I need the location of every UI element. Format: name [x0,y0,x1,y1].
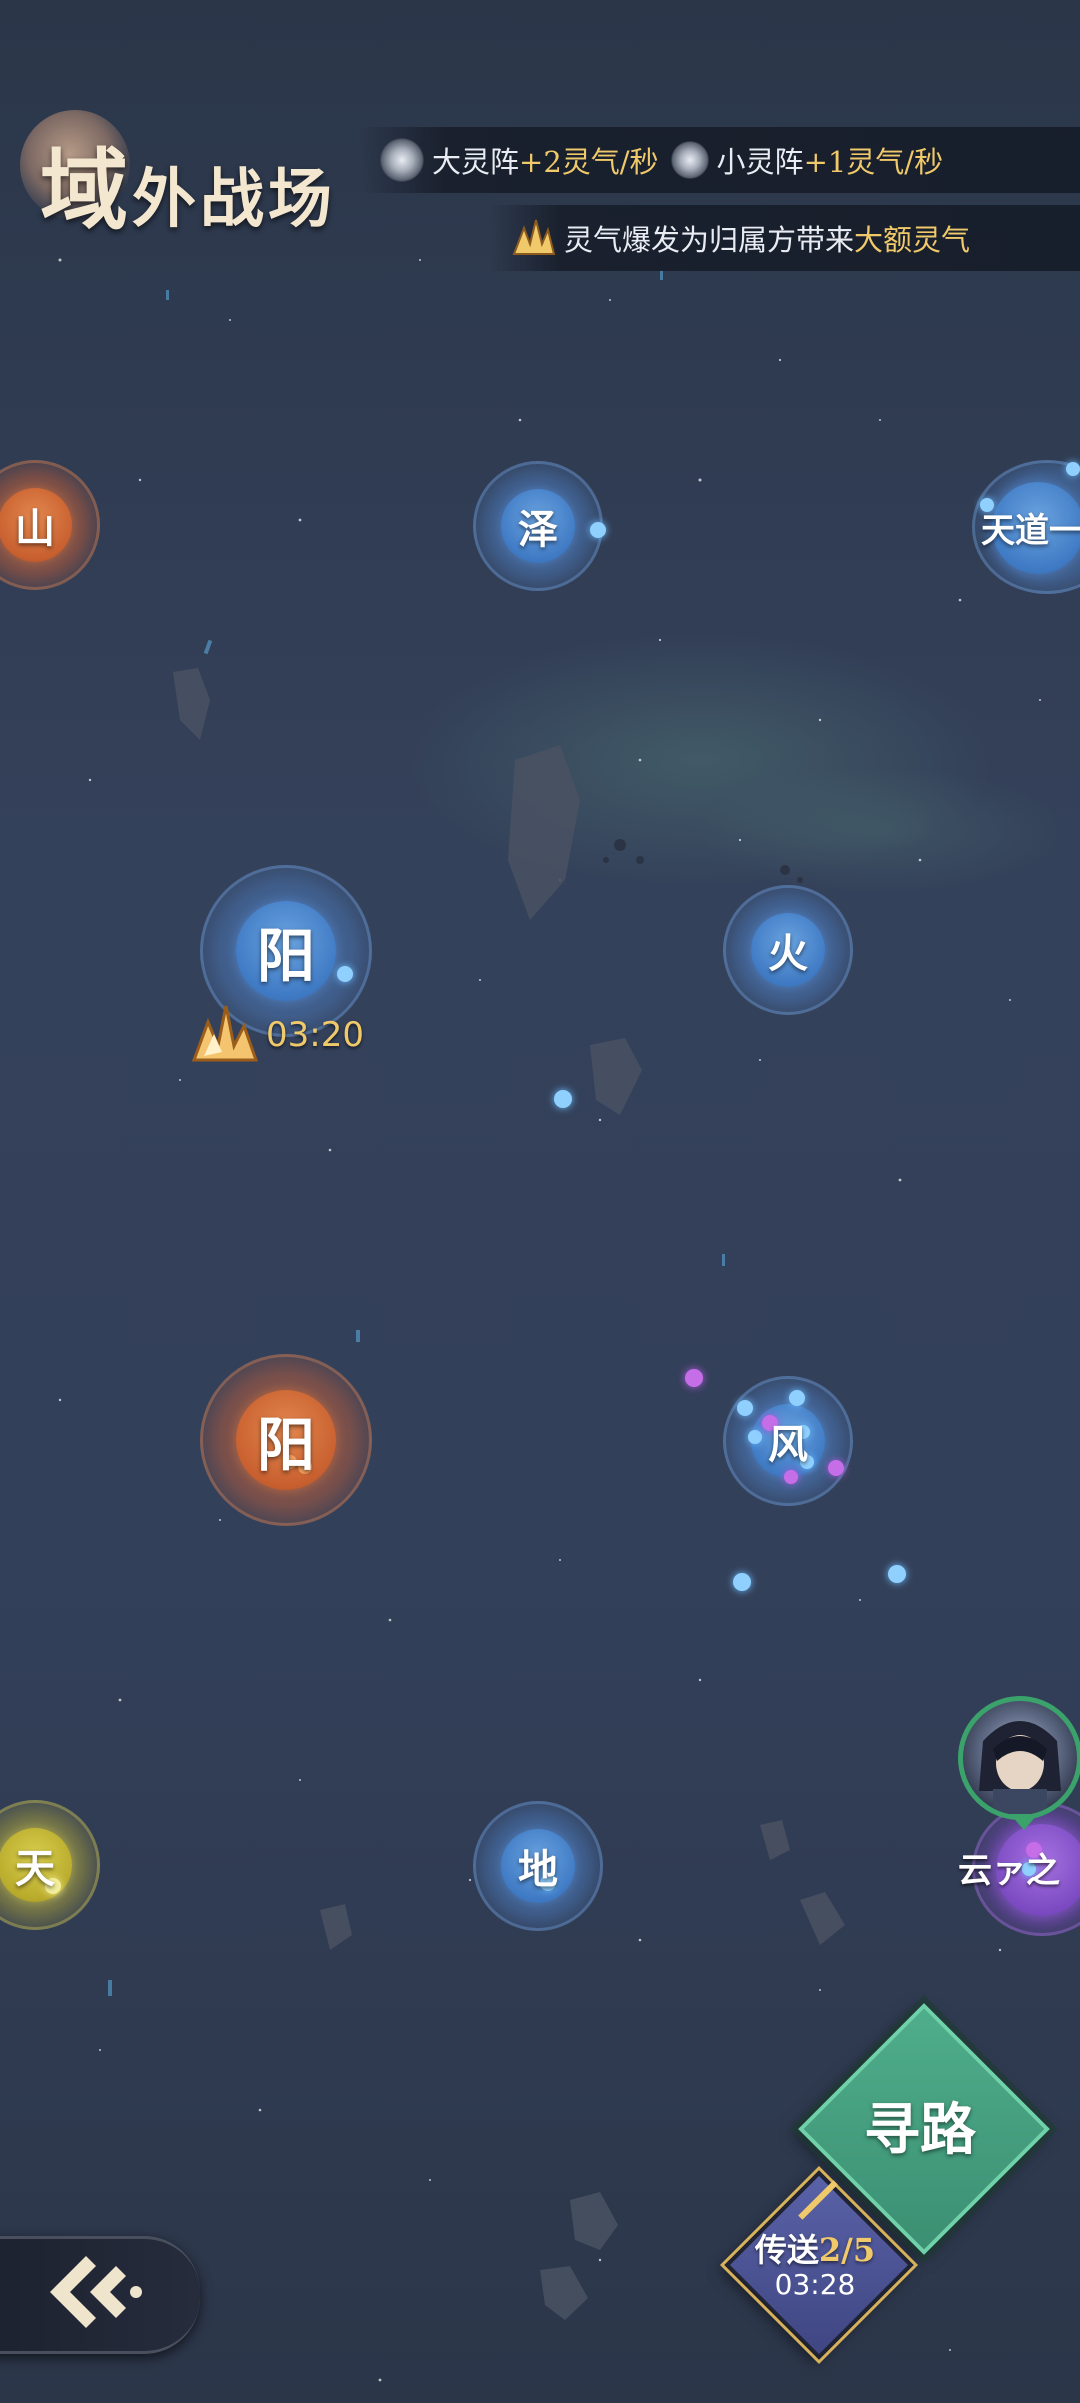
energy-particle [685,1369,703,1387]
energy-particle [337,966,353,982]
teleport-count: 2/5 [818,2231,876,2269]
map-node-feng[interactable]: 风 [723,1376,853,1506]
energy-particle [590,522,606,538]
burst-timer-text: 03:20 [266,1015,364,1055]
title-block: 域外战场 [20,110,360,242]
big-array-info: 大灵阵 +2灵气/秒 [380,138,659,182]
map-node-huo[interactable]: 火 [723,885,853,1015]
node-label: 风 [768,1421,808,1468]
back-arrow-icon[interactable] [40,2250,150,2334]
burst-info-highlight: 大额灵气 [854,223,971,257]
node-label: 火 [768,930,808,977]
burst-timer-icon [191,1005,259,1062]
small-array-orb-icon [670,141,709,179]
teleport-label-text: 传送 [754,2231,819,2269]
energy-particle [1066,462,1080,476]
teleport-button-label[interactable]: 传送2/5 [730,2225,900,2271]
big-array-value: +2灵气/秒 [519,145,659,179]
teleport-cooldown: 03:28 [774,2268,856,2301]
burst-info-text: 灵气爆发为归属方带来 [564,223,855,257]
player-avatar[interactable] [958,1696,1080,1820]
energy-particle [554,1090,572,1108]
energy-particle [784,1470,798,1484]
node-label: 天 [15,1845,55,1892]
avatar-pointer [1010,1814,1038,1830]
burst-info-bar: 灵气爆发为归属方带来 大额灵气 [490,205,1080,271]
energy-particle [789,1390,805,1406]
node-label: 阳 [256,1411,315,1479]
node-label: 泽 [518,506,558,553]
big-array-orb-icon [380,138,424,182]
page-title-rest: 外战场 [132,162,337,237]
energy-particle [737,1400,753,1416]
node-label: 天道一 [981,510,1080,551]
energy-particle [733,1573,751,1591]
page-title: 域外战场 [40,120,336,247]
page-title-first-char: 域 [40,138,133,242]
burst-icon [512,219,556,255]
big-array-label: 大灵阵 [432,145,520,179]
node-label: 阳 [256,922,315,990]
node-label: 山 [15,505,55,552]
map-node-di[interactable]: 地 [473,1801,603,1931]
map-node-ze[interactable]: 泽 [473,461,603,591]
node-label: 地 [518,1846,558,1893]
player-portrait-icon [979,1721,1061,1815]
array-rate-info-bar: 大灵阵 +2灵气/秒 小灵阵 +1灵气/秒 [360,127,1080,193]
small-array-label: 小灵阵 [716,145,804,179]
small-array-value: +1灵气/秒 [803,145,944,179]
burst-countdown: 03:20 [190,1000,364,1070]
energy-particle [828,1460,844,1476]
player-name: 云ァ之 [958,1851,1060,1891]
map-node-yang-orange[interactable]: 阳 [200,1354,372,1526]
battlefield-map[interactable]: 域外战场 大灵阵 +2灵气/秒 小灵阵 +1灵气/秒 灵气爆发为归属方带来 大额灵气 … [0,0,1080,2403]
pathfind-button-label[interactable]: 寻路 [835,2040,1005,2210]
small-array-info: 小灵阵 +1灵气/秒 [670,139,944,181]
energy-particle [888,1565,906,1583]
energy-particle [748,1430,762,1444]
